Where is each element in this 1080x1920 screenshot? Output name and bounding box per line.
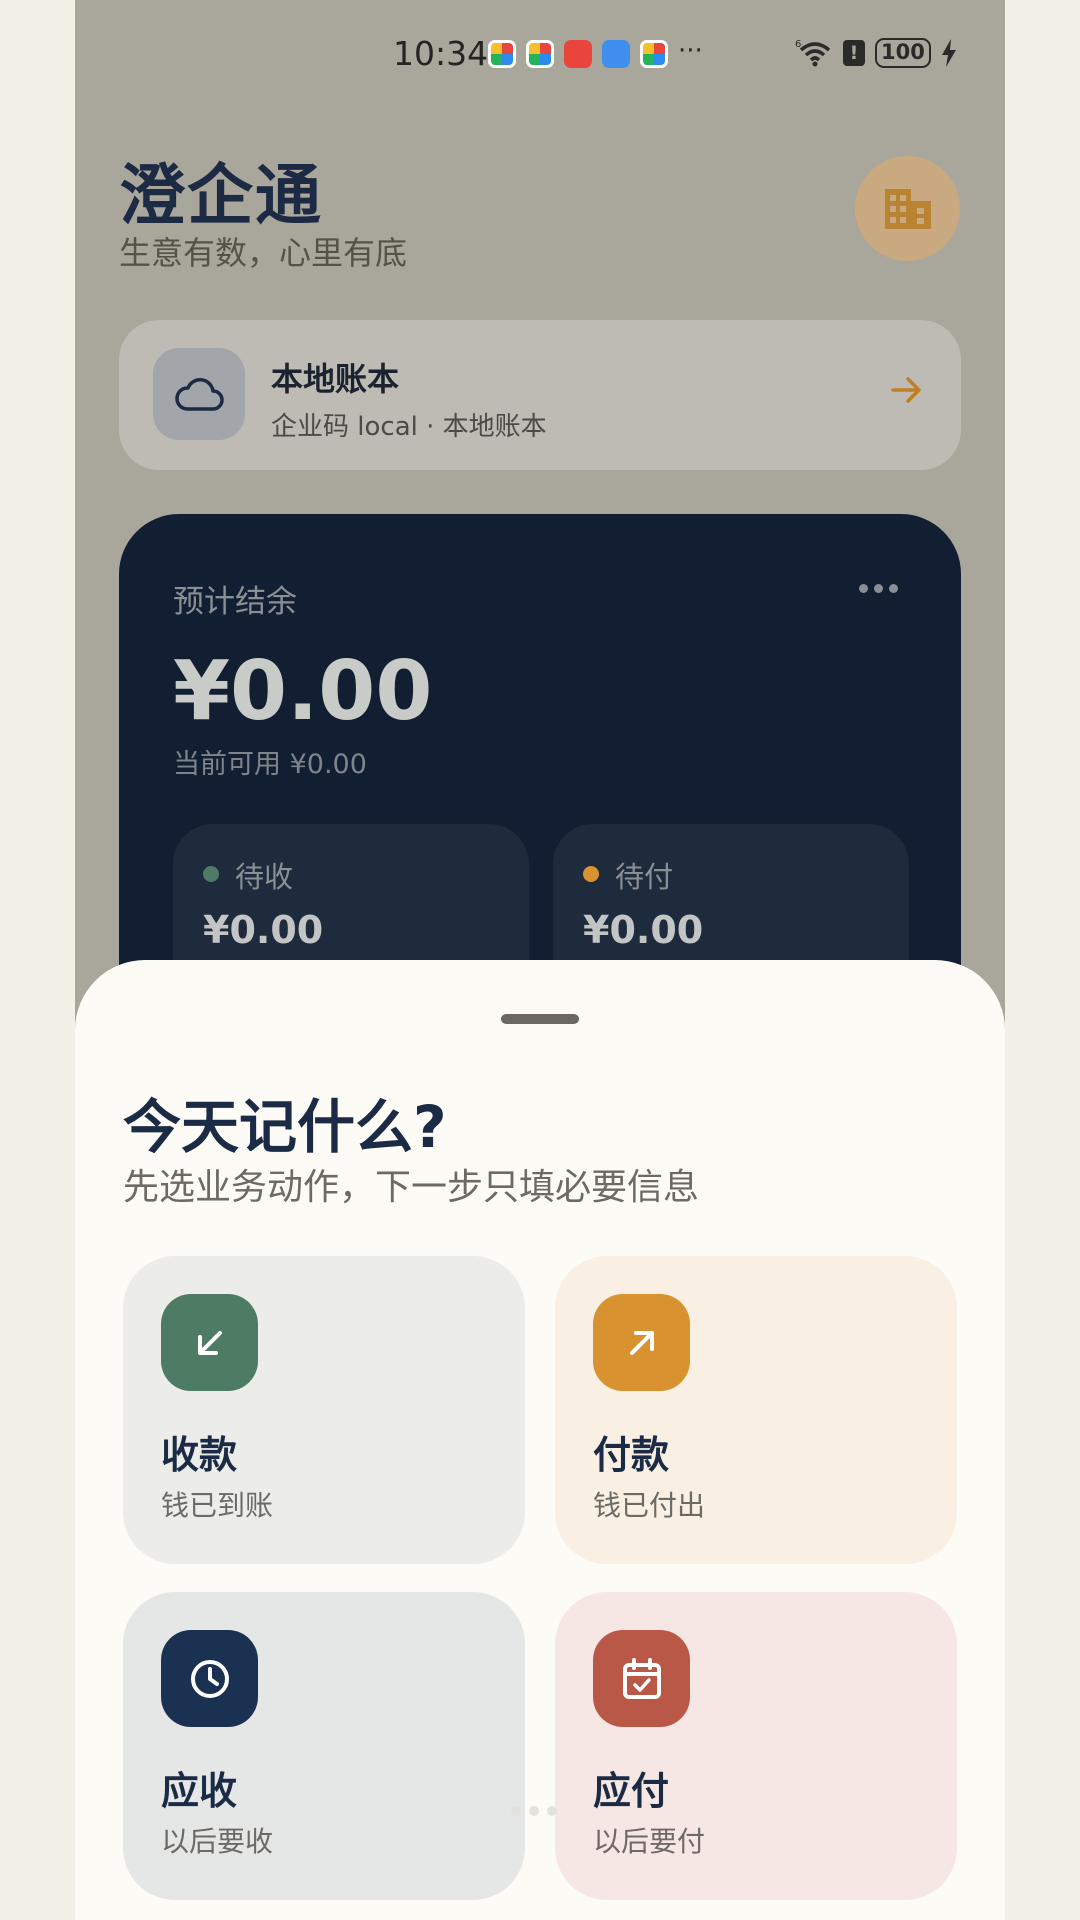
app-notification-icon bbox=[640, 40, 668, 68]
company-button[interactable] bbox=[855, 156, 960, 261]
status-time: 10:34 bbox=[393, 34, 489, 73]
action-desc: 钱已付出 bbox=[593, 1489, 706, 1522]
action-title: 付款 bbox=[593, 1433, 670, 1477]
notification-icons bbox=[488, 40, 668, 68]
wifi-icon: 6 bbox=[795, 39, 831, 67]
app-subtitle: 生意有数，心里有底 bbox=[119, 234, 408, 272]
app-notification-icon bbox=[526, 40, 554, 68]
charging-icon bbox=[941, 39, 956, 67]
phone-screen: 10:34 ··· 6 ! 100 澄企通 生意有数，心里有底 本地账本 企业码… bbox=[75, 0, 1005, 1920]
building-icon bbox=[884, 188, 931, 229]
arrow-right-icon bbox=[891, 377, 921, 403]
battery-level: 100 bbox=[875, 38, 931, 68]
arrow-down-left-icon bbox=[161, 1294, 258, 1391]
status-right: 6 ! 100 bbox=[795, 38, 957, 68]
cloud-icon bbox=[175, 378, 224, 411]
calendar-check-icon bbox=[593, 1630, 690, 1727]
sheet-title: 今天记什么? bbox=[123, 1093, 447, 1161]
balance-card: 预计结余 ¥0.00 当前可用 ¥0.00 待收 ¥0.00 待付 ¥0.00 bbox=[119, 514, 961, 1044]
store-notification-icon bbox=[564, 40, 592, 68]
action-receive-button[interactable]: 收款 钱已到账 bbox=[123, 1256, 525, 1564]
action-desc: 以后要收 bbox=[161, 1825, 274, 1858]
receivable-label: 待收 bbox=[235, 860, 294, 894]
status-bar: 10:34 ··· 6 ! 100 bbox=[75, 0, 1005, 110]
app-title: 澄企通 bbox=[119, 157, 323, 234]
sheet-subtitle: 先选业务动作，下一步只填必要信息 bbox=[123, 1167, 700, 1208]
more-options-icon[interactable] bbox=[859, 584, 898, 593]
action-receivable-button[interactable]: 应收 以后要收 bbox=[123, 1592, 525, 1900]
action-desc: 以后要付 bbox=[593, 1825, 706, 1858]
action-desc: 钱已到账 bbox=[161, 1489, 274, 1522]
action-title: 应付 bbox=[593, 1769, 670, 1813]
usb-notification-icon bbox=[602, 40, 630, 68]
payable-label: 待付 bbox=[615, 860, 674, 894]
balance-label: 预计结余 bbox=[173, 584, 297, 620]
payable-dot bbox=[583, 866, 599, 882]
arrow-up-right-icon bbox=[593, 1294, 690, 1391]
action-title: 应收 bbox=[161, 1769, 238, 1813]
action-payable-button[interactable]: 应付 以后要付 bbox=[555, 1592, 957, 1900]
record-bottom-sheet: 今天记什么? 先选业务动作，下一步只填必要信息 收款 钱已到账 付款 钱已付出 … bbox=[75, 960, 1005, 1920]
alert-icon: ! bbox=[843, 40, 865, 66]
more-notifications-icon: ··· bbox=[678, 36, 703, 66]
page-indicator bbox=[511, 1806, 557, 1816]
ledger-card[interactable]: 本地账本 企业码 local · 本地账本 bbox=[119, 320, 961, 470]
sheet-drag-handle[interactable] bbox=[501, 1014, 579, 1024]
available-amount: 当前可用 ¥0.00 bbox=[173, 749, 367, 780]
payable-value: ¥0.00 bbox=[583, 908, 704, 952]
action-pay-button[interactable]: 付款 钱已付出 bbox=[555, 1256, 957, 1564]
ledger-meta: 企业码 local · 本地账本 bbox=[271, 412, 547, 442]
receivable-dot bbox=[203, 866, 219, 882]
ledger-name: 本地账本 bbox=[271, 360, 400, 398]
action-title: 收款 bbox=[161, 1433, 238, 1477]
balance-amount: ¥0.00 bbox=[173, 644, 433, 739]
cloud-icon-wrap bbox=[153, 348, 245, 440]
receivable-value: ¥0.00 bbox=[203, 908, 324, 952]
clock-icon bbox=[161, 1630, 258, 1727]
app-notification-icon bbox=[488, 40, 516, 68]
